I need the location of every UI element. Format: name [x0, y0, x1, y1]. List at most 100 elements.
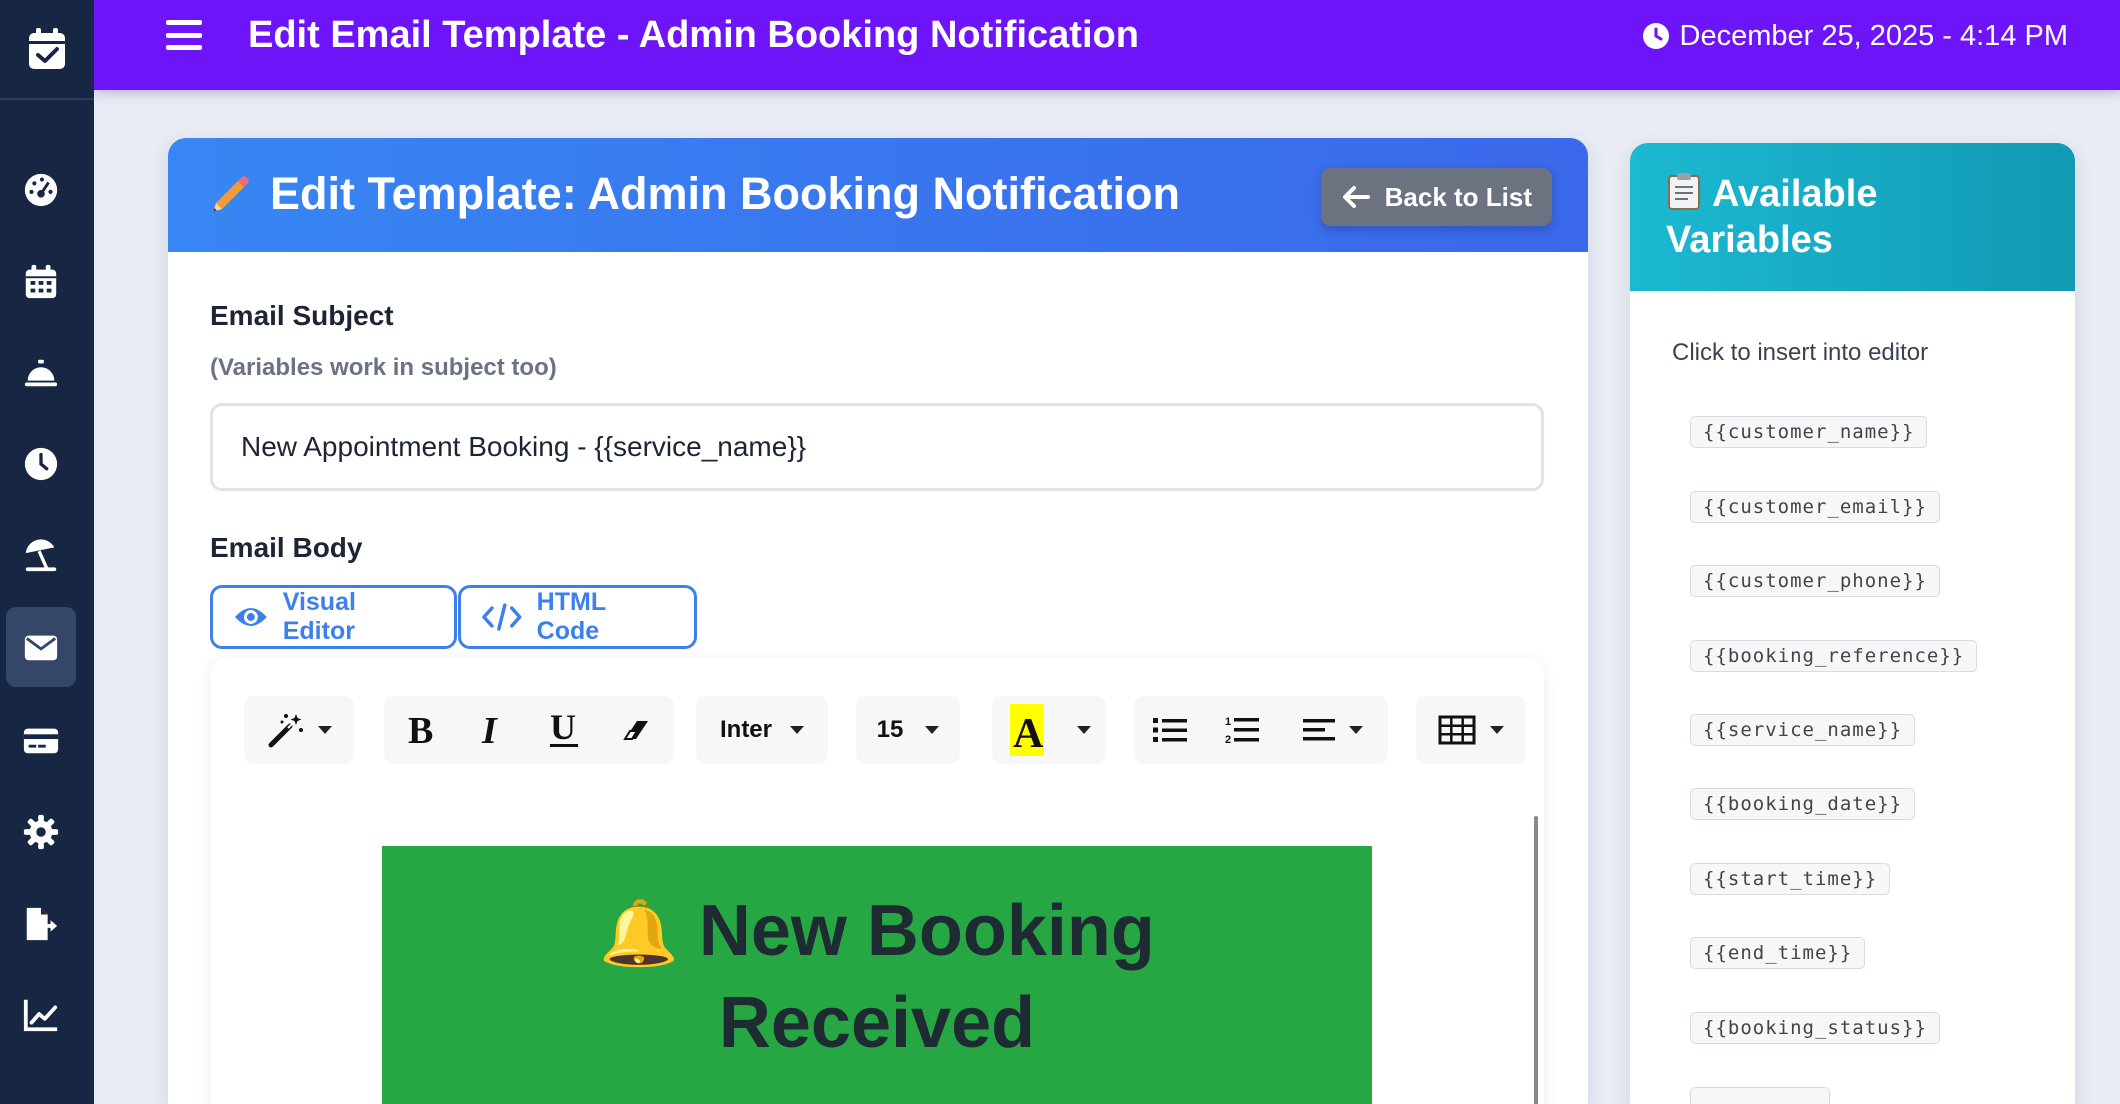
- sidebar-item-hours[interactable]: [6, 424, 76, 504]
- sidebar-item-settings[interactable]: [6, 792, 76, 872]
- variables-title-line-1: Available: [1712, 173, 1878, 215]
- envelope-icon: [24, 635, 58, 661]
- style-dropdown-button[interactable]: [244, 696, 354, 764]
- variables-title-line-2: Variables: [1666, 219, 1833, 261]
- caret-down-icon: [790, 726, 804, 734]
- eye-icon: [234, 608, 267, 626]
- toolbar-color-group: A: [992, 696, 1106, 764]
- variables-header: Available Variables: [1630, 143, 2075, 291]
- toolbar-table-group: [1416, 696, 1526, 764]
- svg-text:A: A: [1013, 711, 1044, 756]
- italic-button[interactable]: I: [456, 696, 528, 764]
- page-title: Edit Email Template - Admin Booking Noti…: [248, 14, 1139, 56]
- variable-chip[interactable]: {{booking_reference}}: [1690, 640, 1978, 672]
- datetime-display: December 25, 2025 - 4:14 PM: [1642, 16, 2068, 56]
- email-body-label: Email Body: [210, 532, 363, 563]
- bell-emoji: 🔔: [599, 897, 679, 969]
- underline-icon: U: [550, 711, 578, 747]
- sidebar-item-reports[interactable]: [6, 975, 76, 1055]
- email-subject-hint: (Variables work in subject too): [210, 354, 557, 381]
- sidebar-item-payments[interactable]: [6, 700, 76, 780]
- beach-umbrella-icon: [25, 539, 57, 572]
- clear-format-button[interactable]: [600, 696, 672, 764]
- html-code-tab[interactable]: HTML Code: [458, 585, 697, 649]
- variable-chip[interactable]: {{customer_name}}: [1690, 416, 1928, 448]
- sidebar: [0, 0, 94, 1104]
- calendar-icon: [25, 264, 57, 299]
- sidebar-item-calendar[interactable]: [6, 242, 76, 322]
- sidebar-item-services[interactable]: [6, 333, 76, 413]
- font-family-dropdown[interactable]: Inter: [696, 696, 828, 764]
- visual-editor: B I U Inter 15 A 1 2 🔔 New Booking Recei…: [210, 658, 1544, 1104]
- bullet-list-icon: [1153, 718, 1187, 742]
- text-color-button[interactable]: A: [992, 696, 1062, 764]
- bullet-list-button[interactable]: [1134, 696, 1206, 764]
- underline-button[interactable]: U: [528, 696, 600, 764]
- hamburger-menu-icon[interactable]: [166, 20, 202, 50]
- align-dropdown-button[interactable]: [1278, 696, 1388, 764]
- toolbar-size-group: 15: [856, 696, 960, 764]
- card-title: Edit Template: Admin Booking Notificatio…: [208, 166, 1180, 222]
- edit-template-card: Edit Template: Admin Booking Notificatio…: [168, 138, 1588, 1104]
- service-bell-icon: [24, 359, 58, 387]
- card-title-text: Edit Template: Admin Booking Notificatio…: [270, 168, 1180, 219]
- heading-line-2: Received: [718, 983, 1036, 1063]
- available-variables-card: Available Variables Click to insert into…: [1630, 143, 2075, 1104]
- visual-editor-label: Visual Editor: [282, 588, 356, 645]
- calendar-check-icon: [29, 28, 65, 69]
- table-dropdown-button[interactable]: [1416, 696, 1526, 764]
- gear-icon: [23, 814, 59, 850]
- variable-chip[interactable]: {{start_time}}: [1690, 863, 1891, 895]
- eraser-icon: [623, 721, 648, 740]
- email-preview-heading: 🔔 New Booking Received: [382, 886, 1372, 1068]
- numbered-list-button[interactable]: 12: [1206, 696, 1278, 764]
- clipboard-icon: [1668, 173, 1700, 210]
- clock-icon: [24, 447, 58, 481]
- toolbar-style-group: [244, 696, 354, 764]
- variable-chip[interactable]: {{end_time}}: [1690, 937, 1866, 969]
- sidebar-item-export[interactable]: [6, 884, 76, 964]
- app-logo[interactable]: [0, 0, 94, 100]
- credit-card-icon: [23, 728, 59, 754]
- font-size-dropdown[interactable]: 15: [856, 696, 960, 764]
- variable-chip[interactable]: {{service_name}}: [1690, 714, 1916, 746]
- numbered-list-icon: 12: [1225, 716, 1259, 745]
- back-to-list-button[interactable]: Back to List: [1320, 168, 1552, 226]
- font-family-value: Inter: [719, 716, 772, 743]
- back-to-list-label: Back to List: [1384, 181, 1532, 212]
- sidebar-item-dashboard[interactable]: [6, 150, 76, 230]
- toolbar-font-group: Inter: [696, 696, 828, 764]
- svg-text:B: B: [408, 713, 433, 747]
- variable-chip[interactable]: {{booking_date}}: [1690, 788, 1916, 820]
- sidebar-item-email-templates[interactable]: [6, 607, 76, 687]
- variable-chip-partial[interactable]: [1690, 1087, 1830, 1104]
- pencil-icon: [213, 176, 249, 212]
- editor-scrollbar[interactable]: [1534, 816, 1538, 1104]
- visual-editor-tab[interactable]: Visual Editor: [210, 585, 457, 649]
- chart-line-icon: [23, 999, 58, 1032]
- datetime-text: December 25, 2025 - 4:14 PM: [1679, 20, 2068, 52]
- variable-chip[interactable]: {{customer_phone}}: [1690, 565, 1940, 597]
- email-preview-banner: 🔔 New Booking Received: [382, 846, 1372, 1104]
- svg-text:2: 2: [1225, 734, 1231, 745]
- caret-down-icon: [1490, 726, 1504, 734]
- table-icon: [1438, 715, 1476, 745]
- variable-chip[interactable]: {{booking_status}}: [1690, 1012, 1940, 1044]
- text-color-dropdown[interactable]: [1062, 696, 1106, 764]
- svg-text:1: 1: [1225, 716, 1231, 728]
- clock-icon: [1642, 23, 1669, 49]
- text-color-icon: A: [1010, 704, 1044, 756]
- variables-title: Available Variables: [1666, 171, 1877, 263]
- italic-icon: I: [481, 713, 498, 747]
- toolbar-format-group: B I U: [384, 696, 674, 764]
- caret-down-icon: [1077, 726, 1091, 734]
- email-subject-input[interactable]: [210, 403, 1544, 491]
- variables-hint: Click to insert into editor: [1672, 339, 1929, 366]
- sidebar-item-holidays[interactable]: [6, 515, 76, 595]
- heading-line-1: New Booking: [698, 891, 1155, 971]
- card-header: Edit Template: Admin Booking Notificatio…: [168, 138, 1588, 252]
- variable-chip[interactable]: {{customer_email}}: [1690, 491, 1940, 523]
- bold-button[interactable]: B: [384, 696, 456, 764]
- align-left-icon: [1303, 719, 1335, 741]
- html-code-label: HTML Code: [536, 588, 606, 645]
